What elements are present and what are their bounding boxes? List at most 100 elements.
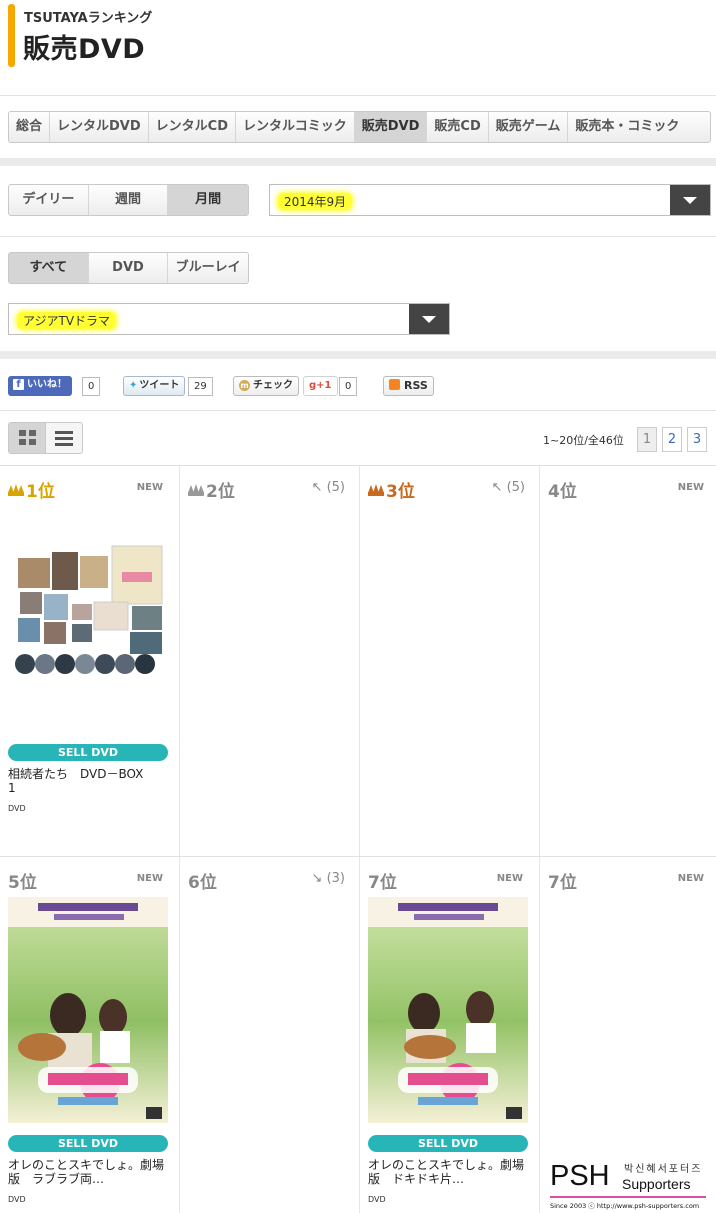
tab-sell-cd[interactable]: 販売CD [427, 112, 489, 142]
ranking-item[interactable]: 2位 ↖ (5) [180, 466, 360, 857]
ranking-item[interactable]: 1位 NEW SELL DVD 相続者たち DVD－BOX 1 DVD [0, 466, 180, 857]
ranking-item[interactable]: 6位 ↘ (3) [180, 857, 360, 1213]
tab-rental-dvd[interactable]: レンタルDVD [50, 112, 149, 142]
rank-label: 5位 [8, 873, 37, 893]
period-select-value: 2014年9月 [278, 193, 353, 210]
product-title-link[interactable]: オレのことスキでしょ。劇場版 ラブラブ両… [8, 1158, 168, 1186]
tab-rental-cd[interactable]: レンタルCD [149, 112, 237, 142]
tab-sogo[interactable]: 総合 [9, 112, 51, 142]
rank-number: 1位 [8, 477, 55, 502]
ranking-item[interactable]: 4位 NEW [540, 466, 716, 857]
check-label: チェック [253, 380, 293, 391]
tab-dvd[interactable]: DVD [89, 253, 169, 283]
page-3-link[interactable]: 3 [687, 427, 707, 452]
list-view-button[interactable] [46, 423, 83, 453]
header-accent-bar [8, 4, 15, 67]
format-label: DVD [368, 1195, 386, 1204]
twitter-bird-icon: ✦ [129, 380, 138, 391]
period-tabs: デイリー 週間 月間 [8, 184, 249, 216]
rss-icon [389, 379, 400, 390]
rank-number: 4位 [548, 477, 577, 502]
pagination-info: 1~20位/全46位 [543, 434, 624, 447]
tab-sell-dvd[interactable]: 販売DVD [354, 112, 428, 142]
like-count: 0 [82, 377, 101, 396]
status-new-badge: NEW [496, 873, 523, 884]
rank-label: 2位 [206, 482, 235, 502]
chevron-down-icon [683, 197, 697, 204]
ranking-item[interactable]: 3位 ↖ (5) [360, 466, 540, 857]
silver-crown-icon [188, 483, 204, 496]
ranking-item[interactable]: 7位 NEW [360, 857, 540, 1213]
like-label: いいね！ [27, 379, 67, 390]
product-title-link[interactable]: オレのことスキでしょ。劇場版 ドキドキ片… [368, 1158, 528, 1186]
category-tabs: 総合 レンタルDVD レンタルCD レンタルコミック 販売DVD 販売CD 販売… [8, 111, 711, 143]
tweet-count: 29 [188, 377, 213, 396]
genre-dropdown-button[interactable] [409, 304, 449, 334]
genre-select[interactable]: アジアTVドラマ [8, 303, 450, 335]
facebook-like-button[interactable]: f いいね！ [8, 376, 72, 396]
rank-label: 6位 [188, 873, 217, 893]
sell-dvd-badge: SELL DVD [8, 1135, 168, 1152]
tab-monthly[interactable]: 月間 [168, 185, 248, 215]
tab-weekly[interactable]: 週間 [89, 185, 169, 215]
tweet-button[interactable]: ✦ ツイート [123, 376, 186, 396]
watermark-line [550, 1196, 706, 1198]
bronze-crown-icon [368, 483, 384, 496]
grid-icon [19, 430, 36, 446]
psh-supporters-watermark: PSH 박신혜서포터즈 Supporters Since 2003 ⓒ http… [548, 1158, 708, 1210]
mixi-check-button[interactable]: m チェック [233, 376, 299, 396]
rank-number: 3位 [368, 477, 415, 502]
status-new-badge: NEW [677, 873, 704, 884]
section-divider [0, 158, 716, 166]
list-icon [54, 430, 73, 446]
grid-view-button[interactable] [9, 423, 46, 453]
product-cover-image[interactable] [368, 897, 528, 1123]
format-label: DVD [8, 804, 26, 813]
rank-up-indicator: ↖ (5) [311, 480, 345, 495]
rank-down-indicator: ↘ (3) [311, 871, 345, 886]
watermark-name: Supporters [622, 1176, 691, 1192]
view-toggle [8, 422, 83, 454]
genre-select-value: アジアTVドラマ [17, 312, 117, 329]
sell-dvd-badge: SELL DVD [8, 744, 168, 761]
social-share-bar: f いいね！ 0 ✦ ツイート 29 m チェック g+1 0 RSS [8, 376, 708, 396]
format-label: DVD [8, 1195, 26, 1204]
rss-label: RSS [404, 379, 428, 392]
ranking-supertitle: TSUTAYAランキング [24, 11, 153, 26]
rank-label: 7位 [368, 873, 397, 893]
product-cover-image[interactable] [8, 897, 168, 1123]
rank-up-indicator: ↖ (5) [491, 480, 525, 495]
period-dropdown-button[interactable] [670, 185, 710, 215]
product-cover-image[interactable] [8, 506, 168, 732]
format-tabs: すべて DVD ブルーレイ [8, 252, 249, 284]
rank-number: 7位 [548, 868, 577, 893]
ranking-item[interactable]: 5位 NEW SELL DVD オレのことスキでしょ。劇場版 ラブラブ両… DV… [0, 857, 180, 1213]
gplus-button[interactable]: g+1 [303, 376, 338, 396]
watermark-korean: 박신혜서포터즈 [624, 1164, 703, 1175]
tab-bluray[interactable]: ブルーレイ [168, 253, 248, 283]
watermark-since: Since 2003 ⓒ http://www.psh-supporters.c… [550, 1202, 700, 1210]
gplus-count: 0 [339, 377, 358, 396]
divider [0, 410, 716, 411]
page-1-link[interactable]: 1 [637, 427, 657, 452]
gold-crown-icon [8, 483, 24, 496]
rank-label: 3位 [386, 482, 415, 502]
tab-sell-game[interactable]: 販売ゲーム [489, 112, 569, 142]
rss-button[interactable]: RSS [383, 376, 434, 396]
pagination: 1 2 3 [637, 427, 707, 452]
status-new-badge: NEW [677, 482, 704, 493]
period-select[interactable]: 2014年9月 [269, 184, 711, 216]
rank-number: 2位 [188, 477, 235, 502]
product-title-link[interactable]: 相続者たち DVD－BOX 1 [8, 767, 168, 795]
rank-label: 1位 [26, 482, 55, 502]
tab-sell-book-comic[interactable]: 販売本・コミック [568, 112, 686, 142]
watermark-logo: PSH [550, 1160, 610, 1192]
page-2-link[interactable]: 2 [662, 427, 682, 452]
tab-daily[interactable]: デイリー [9, 185, 89, 215]
tab-rental-comic[interactable]: レンタルコミック [236, 112, 355, 142]
status-new-badge: NEW [136, 873, 163, 884]
page-title: 販売DVD [23, 34, 146, 65]
chevron-down-icon [422, 316, 436, 323]
mixi-icon: m [239, 380, 250, 391]
tab-all[interactable]: すべて [9, 253, 89, 283]
